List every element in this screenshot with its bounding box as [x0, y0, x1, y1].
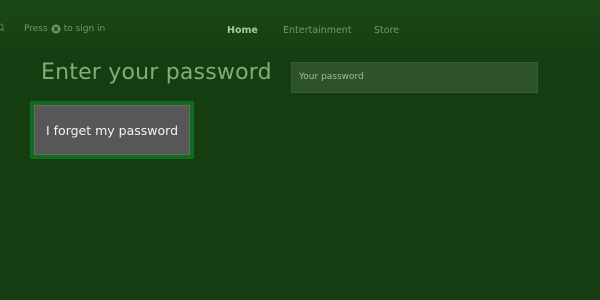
forgot-password-button-label: I forget my password	[34, 105, 190, 155]
nav-entertainment[interactable]: Entertainment	[283, 25, 352, 36]
search-icon	[0, 23, 5, 32]
sign-in-suffix: to sign in	[63, 24, 106, 34]
sign-in-prompt: Press to sign in	[24, 24, 105, 34]
nav-home[interactable]: Home	[227, 25, 258, 36]
sign-in-prefix: Press	[24, 24, 48, 34]
xbox-logo-icon	[51, 24, 61, 34]
password-input[interactable]: Your password	[291, 62, 538, 93]
page-title: Enter your password	[41, 60, 272, 85]
forgot-password-button[interactable]: I forget my password	[30, 101, 194, 159]
nav-store[interactable]: Store	[374, 25, 399, 36]
